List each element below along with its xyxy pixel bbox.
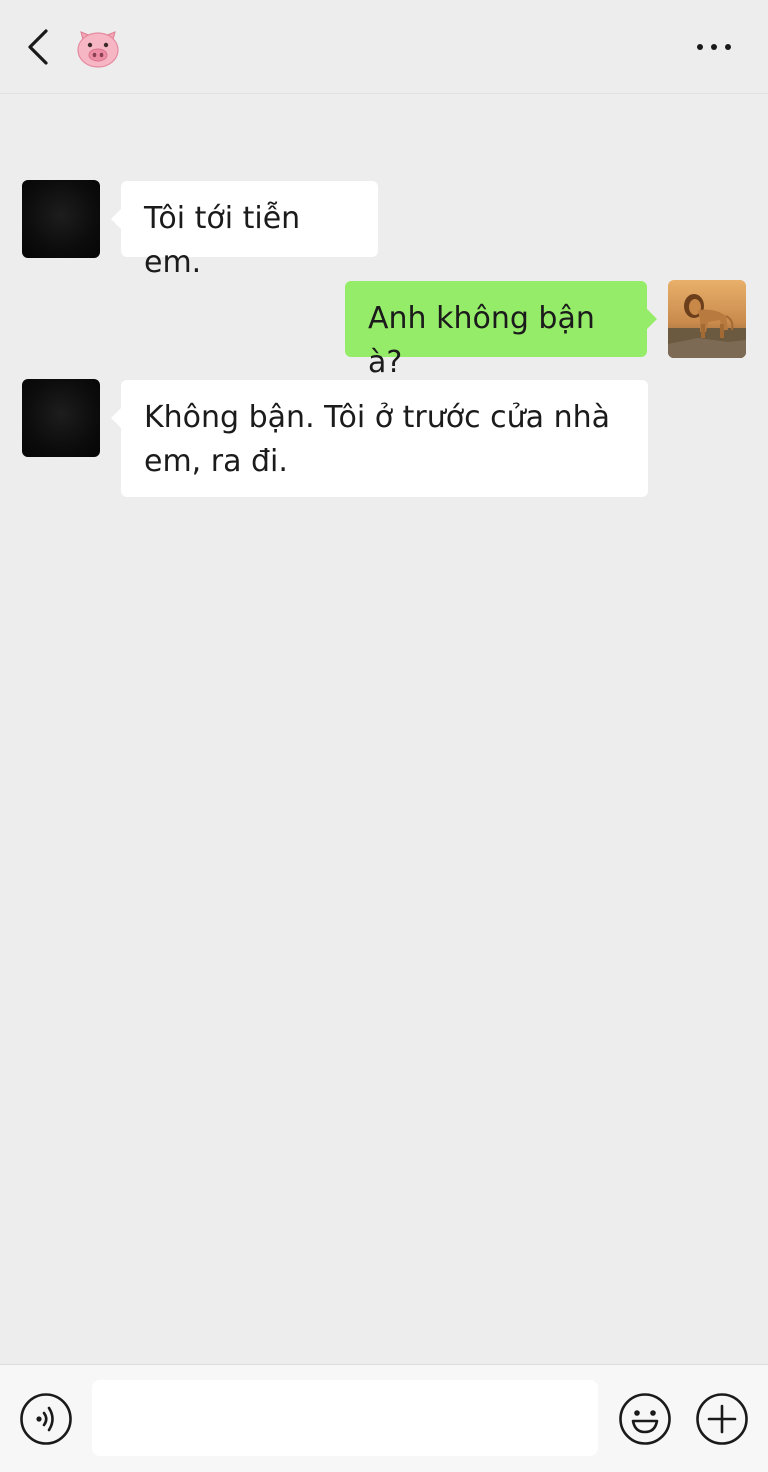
message-text: Tôi tới tiễn em. [144,201,301,280]
my-avatar[interactable] [668,280,746,358]
lion-photo-avatar-icon [668,280,746,358]
add-button[interactable] [695,1392,749,1446]
voice-button[interactable] [19,1392,73,1446]
contact-avatar[interactable] [22,180,100,258]
smiley-icon [619,1393,671,1445]
contact-avatar[interactable] [22,379,100,457]
chat-header [0,0,768,94]
more-dots-icon [697,44,731,50]
back-button[interactable] [18,24,58,70]
message-text: Anh không bận à? [368,301,595,380]
plus-circle-icon [696,1393,748,1445]
contact-name-pig-emoji [74,26,122,70]
message-input[interactable] [92,1380,598,1456]
pig-face-emoji-icon [77,31,119,68]
composer-bar [0,1364,768,1472]
incoming-message-bubble[interactable]: Không bận. Tôi ở trước cửa nhà em, ra đi… [111,380,648,497]
emoji-button[interactable] [618,1392,672,1446]
message-text-line: Không bận. Tôi ở trước cửa nhà [144,400,610,435]
chat-screen: Tôi tới tiễn em. Anh không bận à? Không … [0,0,768,1472]
more-options-button[interactable] [692,30,736,64]
voice-icon [20,1393,72,1445]
message-text-line: em, ra đi. [144,444,288,479]
outgoing-message-bubble[interactable]: Anh không bận à? [345,281,657,380]
chevron-left-icon [28,29,48,65]
incoming-message-bubble[interactable]: Tôi tới tiễn em. [111,181,378,280]
